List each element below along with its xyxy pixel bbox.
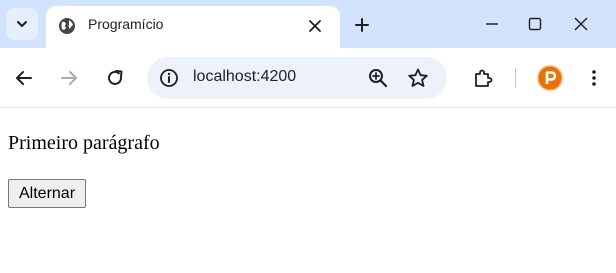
puzzle-icon [472,67,494,89]
reload-icon [106,69,124,87]
maximize-icon [528,17,542,31]
minimize-button[interactable] [478,10,506,38]
more-vert-icon [591,69,597,87]
profile-button[interactable] [537,65,563,91]
chevron-down-icon [15,17,29,31]
browser-menu-button[interactable] [581,65,607,91]
reload-button[interactable] [102,65,128,91]
toolbar-divider [515,68,516,88]
zoom-in-icon[interactable] [367,67,389,89]
toggle-button[interactable]: Alternar [8,179,87,208]
forward-arrow-icon [60,69,78,87]
extensions-button[interactable] [470,65,496,91]
tab-close-button[interactable] [304,15,326,37]
star-icon[interactable] [407,67,429,89]
browser-chrome: Programício localhost:4200 [0,0,616,108]
tab-strip: Programício [0,0,616,48]
address-url[interactable]: localhost:4200 [193,68,296,86]
plus-icon [354,17,370,33]
maximize-button[interactable] [521,10,549,38]
minimize-icon [485,17,499,31]
first-paragraph: Primeiro parágrafo [8,132,160,154]
close-icon [574,17,588,31]
tab-search-button[interactable] [6,8,38,40]
browser-toolbar: localhost:4200 [0,48,616,108]
back-arrow-icon [15,69,33,87]
new-tab-button[interactable] [350,13,374,37]
profile-avatar-icon [537,65,563,91]
page-content: Primeiro parágrafo Alternar [0,108,616,273]
forward-button[interactable] [56,65,82,91]
tab-title: Programício [88,16,164,32]
globe-icon [58,17,76,35]
address-bar[interactable]: localhost:4200 [147,57,447,99]
browser-tab[interactable]: Programício [46,6,340,48]
info-icon[interactable] [159,68,179,88]
close-window-button[interactable] [567,10,595,38]
close-icon [309,20,321,32]
back-button[interactable] [11,65,37,91]
